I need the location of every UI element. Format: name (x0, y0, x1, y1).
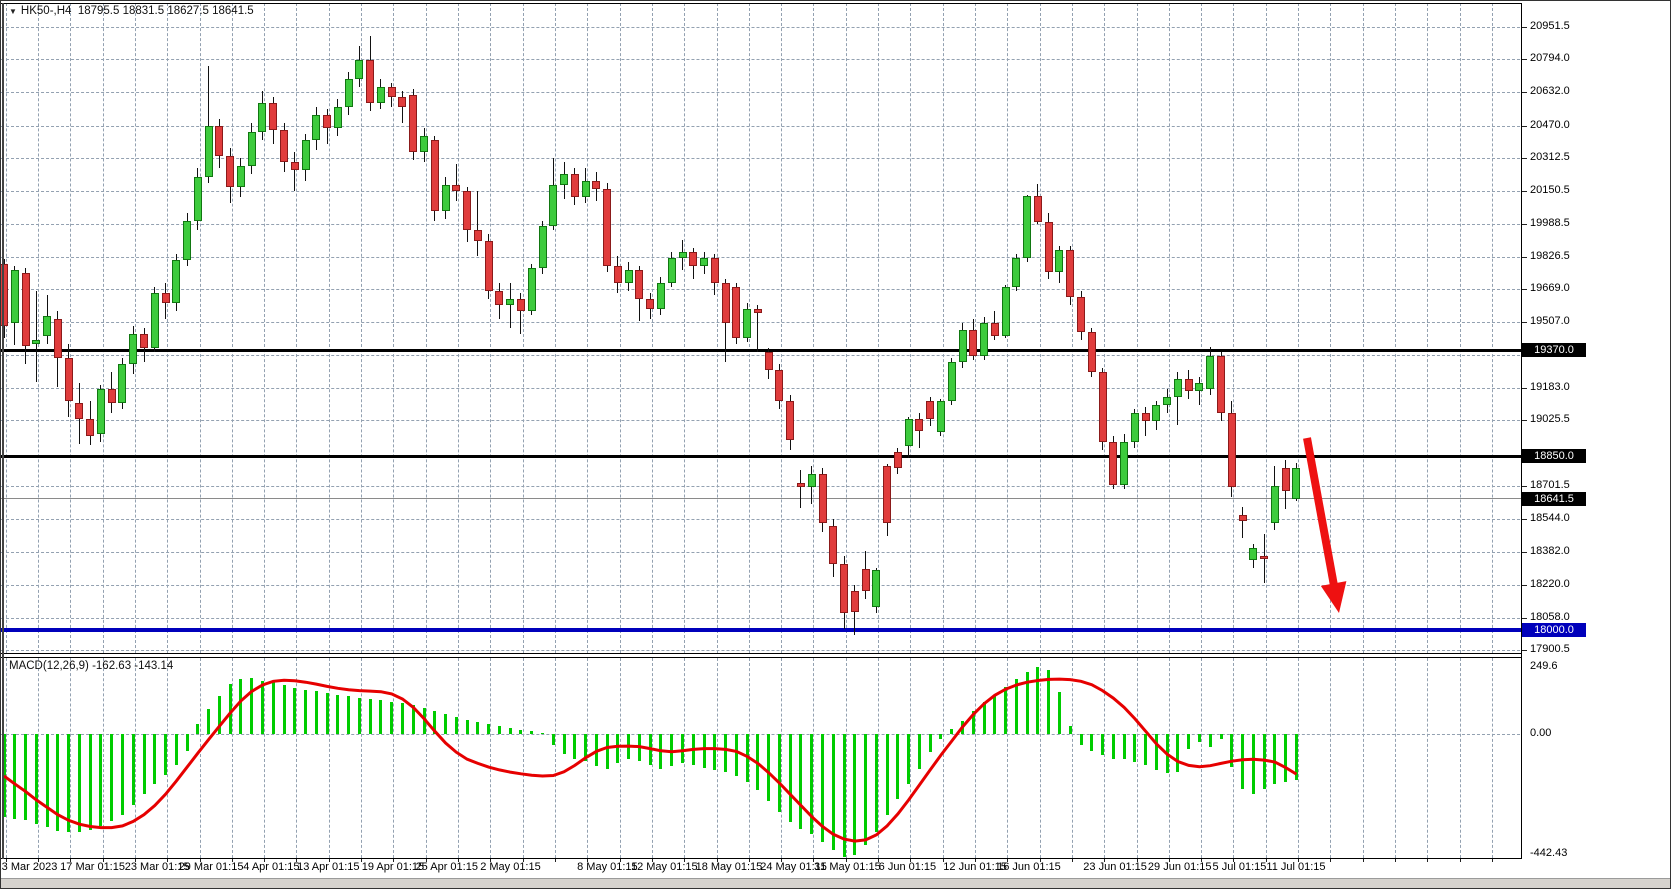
chart-top-border (1, 3, 1521, 4)
time-label: 29 Mar 01:15 (178, 861, 244, 873)
price-axis-label: 20794.0 (1530, 52, 1570, 65)
macd-axis-label: -442.43 (1530, 847, 1568, 859)
time-label: 13 Mar 2023 (0, 861, 58, 873)
time-label: 12 May 01:15 (630, 861, 698, 873)
price-axis-label: 18544.0 (1530, 511, 1570, 524)
price-axis-label: 17900.5 (1530, 642, 1570, 655)
time-label: 23 Jun 01:15 (1083, 861, 1147, 873)
macd-axis-label: 0.00 (1530, 727, 1552, 739)
price-badge-18850.0: 18850.0 (1522, 449, 1586, 464)
chart-overlay (3, 437, 1347, 843)
price-axis-label: 19507.0 (1530, 315, 1570, 328)
price-badge-18641.5: 18641.5 (1522, 491, 1586, 506)
time-label: 18 May 01:15 (695, 861, 763, 873)
down-arrow-shaft[interactable] (1303, 437, 1339, 591)
time-label: 4 Apr 01:15 (243, 861, 300, 873)
price-badge-18000.0: 18000.0 (1522, 622, 1586, 637)
price-axis-label: 18220.0 (1530, 577, 1570, 590)
price-axis-label: 20150.5 (1530, 183, 1570, 196)
macd-signal-line (3, 677, 1298, 843)
mt4-chart-window: ▼ HK50-,H4 18795.5 18831.5 18627.5 18641.… (0, 0, 1671, 889)
price-axis-label: 19183.0 (1530, 381, 1570, 394)
price-axis-label: 19669.0 (1530, 281, 1570, 294)
collapse-icon[interactable]: ▼ (9, 7, 17, 16)
price-axis-label: 20632.0 (1530, 85, 1570, 98)
price-axis-label: 19988.5 (1530, 216, 1570, 229)
time-label: 6 Jun 01:15 (878, 861, 937, 873)
time-label: 31 May 01:15 (814, 861, 881, 873)
chart-bottom-border (1, 858, 1521, 859)
price-axis-label: 20312.5 (1530, 150, 1570, 163)
down-arrow-head[interactable] (1320, 581, 1347, 613)
panel-separator-2 (1, 657, 1521, 658)
price-axis-label: 20470.0 (1530, 118, 1570, 131)
time-label: 8 May 01:15 (577, 861, 638, 873)
time-label: 5 Jul 01:15 (1212, 861, 1267, 873)
time-label: 17 Mar 01:15 (60, 861, 125, 873)
ohlc-values: 18795.5 18831.5 18627.5 18641.5 (77, 5, 254, 17)
macd-axis-label: 249.6 (1530, 660, 1558, 672)
price-axis-label: 20951.5 (1530, 20, 1570, 33)
symbol-period-label: HK50-,H4 (20, 5, 72, 17)
price-axis-label: 19826.5 (1530, 249, 1570, 262)
time-label: 29 Jun 01:15 (1147, 861, 1212, 873)
price-axis-label: 18701.5 (1530, 479, 1570, 492)
chart-title: ▼ HK50-,H4 18795.5 18831.5 18627.5 18641.… (9, 5, 254, 17)
time-label: 16 Jun 01:15 (997, 861, 1061, 873)
price-axis-label: 19025.5 (1530, 413, 1570, 426)
price-axis-label: 18058.0 (1530, 610, 1570, 623)
chart-left-border (2, 3, 4, 859)
macd-indicator-label: MACD(12,26,9) -162.63 -143.14 (9, 660, 174, 672)
price-axis-border (1521, 3, 1522, 859)
status-strip (1, 878, 1670, 888)
time-label: 25 Apr 01:15 (415, 861, 478, 873)
panel-separator[interactable] (1, 653, 1521, 654)
price-badge-19370.0: 19370.0 (1522, 343, 1586, 357)
time-label: 11 Jul 01:15 (1266, 861, 1326, 873)
time-label: 13 Apr 01:15 (297, 861, 360, 873)
time-label: 2 May 01:15 (480, 861, 541, 873)
price-axis-label: 18382.0 (1530, 544, 1570, 557)
